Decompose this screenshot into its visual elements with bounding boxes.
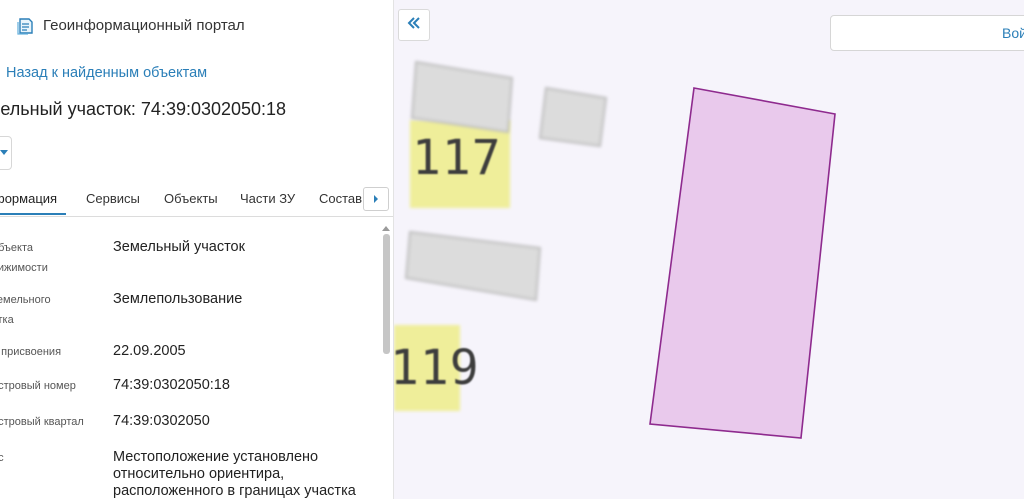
tabs-scroll-right-button[interactable] (363, 187, 389, 211)
object-title: мельный участок: 74:39:0302050:18 (0, 99, 287, 119)
house-number-label: 119 (394, 340, 480, 396)
caret-right-icon (373, 190, 379, 208)
app-root: Геоинформационный портал Назад к найденн… (0, 0, 1024, 499)
property-label: объекта вижимости (0, 242, 48, 274)
map-canvas (394, 60, 836, 439)
login-button-label: Вой (1002, 25, 1024, 41)
land-parcel-74-39-0302050-18[interactable] (649, 87, 836, 439)
filter-dropdown-button[interactable] (0, 136, 12, 170)
layers-icon (16, 16, 36, 36)
map-view[interactable]: 117 119 (394, 0, 1024, 499)
property-label: а присвоения (0, 346, 62, 358)
property-value: 74:39:0302050:18 (113, 377, 230, 393)
collapse-panel-button[interactable] (398, 9, 430, 41)
info-panel: Геоинформационный портал Назад к найденн… (0, 0, 394, 499)
tab-composition[interactable]: Состав (319, 191, 362, 206)
properties-scrollbar[interactable] (382, 222, 391, 499)
property-label: земельного стка (0, 294, 51, 326)
property-label: астровый квартал (0, 416, 84, 428)
building-footprint[interactable] (538, 86, 608, 148)
login-button[interactable]: Вой (830, 15, 1024, 51)
scrollbar-thumb[interactable] (383, 234, 390, 354)
chevron-down-icon (0, 144, 9, 162)
app-title: Геоинформационный портал (43, 17, 245, 34)
property-value: Земельный участок (113, 239, 245, 255)
tab-services[interactable]: Сервисы (86, 191, 140, 206)
double-chevron-left-icon (407, 16, 421, 34)
property-value: Местоположение установлено относительно … (113, 449, 356, 499)
property-value: 74:39:0302050 (113, 413, 210, 429)
building-footprint[interactable] (404, 230, 542, 302)
scroll-up-icon[interactable] (382, 226, 390, 231)
tab-objects[interactable]: Объекты (164, 191, 218, 206)
property-value: 22.09.2005 (113, 343, 186, 359)
property-label: астровый номер (0, 380, 76, 392)
object-tabs: формация Сервисы Объекты Части ЗУ Состав (0, 182, 393, 217)
property-label: ес (0, 448, 87, 468)
back-to-results-link[interactable]: Назад к найденным объектам (6, 65, 207, 81)
house-number-label: 117 (412, 130, 502, 186)
property-value: Землепользование (113, 291, 243, 307)
active-tab-indicator (0, 213, 66, 215)
properties-list: объекта вижимости Земельный участок земе… (0, 226, 380, 499)
app-header: Геоинформационный портал (0, 0, 393, 52)
tab-information[interactable]: формация (0, 191, 57, 206)
tab-parts[interactable]: Части ЗУ (240, 191, 295, 206)
